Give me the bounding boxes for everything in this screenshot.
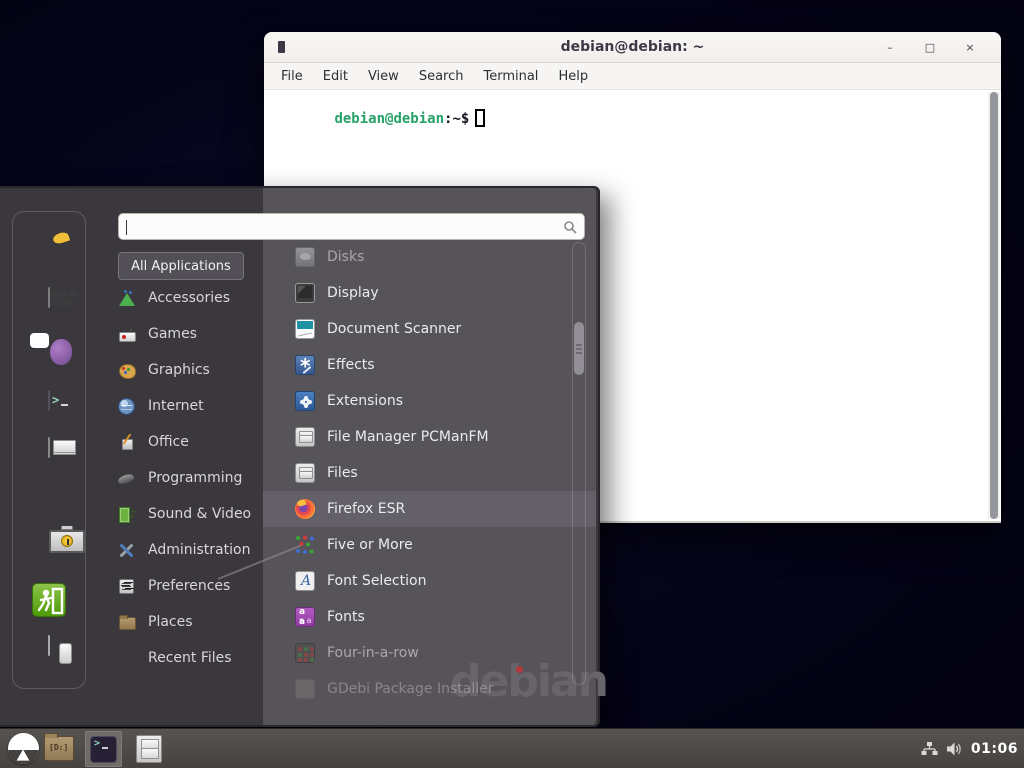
- category-preferences[interactable]: Preferences: [118, 568, 261, 604]
- terminal-cursor: [475, 109, 485, 127]
- category-places[interactable]: Places: [118, 604, 261, 640]
- app-five-or-more[interactable]: Five or More: [263, 527, 596, 563]
- app-extensions[interactable]: Extensions: [263, 383, 596, 419]
- document-scanner-icon: [295, 319, 315, 339]
- terminal-menubar: File Edit View Search Terminal Help: [264, 63, 1001, 90]
- app-files[interactable]: Files: [263, 455, 596, 491]
- menu-edit[interactable]: Edit: [313, 69, 358, 84]
- disks-icon: [295, 247, 315, 267]
- app-effects[interactable]: Effects: [263, 347, 596, 383]
- administration-icon: [118, 542, 135, 559]
- category-accessories[interactable]: Accessories: [118, 280, 261, 316]
- category-administration[interactable]: Administration: [118, 532, 261, 568]
- category-office[interactable]: Office: [118, 424, 261, 460]
- close-button[interactable]: ×: [961, 39, 979, 57]
- category-sound-video[interactable]: Sound & Video: [118, 496, 261, 532]
- category-games[interactable]: Games: [118, 316, 261, 352]
- file-cabinet-icon: [295, 463, 315, 483]
- internet-icon: [118, 398, 135, 415]
- log-out-icon: [32, 583, 66, 617]
- no-icon: [118, 650, 135, 667]
- desktop: debian@debian: ~ – □ × File Edit View Se…: [0, 0, 1024, 768]
- app-fonts[interactable]: Fonts: [263, 599, 596, 635]
- file-cabinet-icon: [295, 427, 315, 447]
- display-icon: [295, 283, 315, 303]
- app-gdebi-package-installer[interactable]: GDebi Package Installer: [263, 671, 596, 707]
- files-launcher[interactable]: [136, 735, 162, 763]
- category-programming[interactable]: Programming: [118, 460, 261, 496]
- terminal-scrollbar-thumb[interactable]: [990, 92, 998, 519]
- onboard-keyboard-icon: [48, 287, 50, 308]
- extensions-icon: [295, 391, 315, 411]
- menu-search[interactable]: Search: [409, 69, 474, 84]
- sound-video-icon: [118, 506, 135, 523]
- menu-scrollbar[interactable]: [572, 242, 586, 685]
- folder-icon-label: [D:]: [49, 743, 68, 752]
- prompt-symbol: :~$: [444, 111, 469, 127]
- gdebi-icon: [295, 679, 315, 699]
- font-selection-icon: [295, 571, 315, 591]
- application-list: Disks Display Document Scanner Effects E…: [263, 239, 596, 707]
- taskbar: [D:] 01:06: [0, 728, 1024, 768]
- category-recent-files[interactable]: Recent Files: [118, 640, 261, 676]
- maximize-button[interactable]: □: [921, 39, 939, 57]
- menu-terminal[interactable]: Terminal: [473, 69, 548, 84]
- app-firefox-esr[interactable]: Firefox ESR: [263, 491, 596, 527]
- app-display[interactable]: Display: [263, 275, 596, 311]
- effects-icon: [295, 355, 315, 375]
- system-tray: 01:06: [921, 729, 1018, 768]
- menu-file[interactable]: File: [271, 69, 313, 84]
- search-input[interactable]: [127, 216, 557, 237]
- app-file-manager-pcmanfm[interactable]: File Manager PCManFM: [263, 419, 596, 455]
- favorites-rail: [12, 211, 86, 689]
- programming-icon: [118, 470, 135, 487]
- accessories-icon: [118, 290, 135, 307]
- menu-button[interactable]: [8, 733, 39, 764]
- search-icon: [563, 220, 577, 234]
- four-in-a-row-icon: [295, 643, 315, 663]
- app-four-in-a-row[interactable]: Four-in-a-row: [263, 635, 596, 671]
- menu-view[interactable]: View: [358, 69, 409, 84]
- terminal-titlebar[interactable]: debian@debian: ~ – □ ×: [264, 32, 1001, 63]
- keyboard-favorite-icon[interactable]: [48, 288, 50, 307]
- office-icon: [118, 434, 135, 451]
- file-manager-favorite-icon[interactable]: [48, 438, 50, 457]
- minimize-button[interactable]: –: [881, 39, 899, 57]
- app-document-scanner[interactable]: Document Scanner: [263, 311, 596, 347]
- volume-icon[interactable]: [946, 741, 963, 757]
- games-icon: [118, 326, 135, 343]
- fonts-icon: [295, 607, 315, 627]
- shut-down-button[interactable]: [48, 636, 50, 655]
- terminal-icon: [90, 736, 117, 763]
- shut-down-icon: [48, 635, 50, 656]
- app-font-selection[interactable]: Font Selection: [263, 563, 596, 599]
- category-all-applications[interactable]: All Applications: [118, 252, 244, 280]
- firefox-icon: [295, 499, 315, 519]
- text-caret: [126, 220, 127, 235]
- preferences-icon: [118, 578, 135, 595]
- menu-search-box[interactable]: [118, 213, 585, 240]
- prompt-user: debian@debian: [334, 111, 444, 127]
- terminal-scrollbar[interactable]: [988, 92, 1000, 519]
- terminal-favorite-icon[interactable]: [48, 391, 50, 410]
- taskbar-terminal-window-button[interactable]: [85, 731, 122, 767]
- category-internet[interactable]: Internet: [118, 388, 261, 424]
- graphics-icon: [118, 362, 135, 379]
- network-icon[interactable]: [921, 741, 938, 758]
- menu-help[interactable]: Help: [548, 69, 598, 84]
- application-menu: debian: [0, 186, 600, 727]
- file-cabinet-icon: [48, 437, 50, 458]
- app-disks[interactable]: Disks: [263, 239, 596, 275]
- file-manager-launcher[interactable]: [D:]: [44, 736, 74, 761]
- terminal-icon: [48, 390, 50, 411]
- terminal-prompt: debian@debian:~$: [267, 93, 485, 143]
- log-out-button[interactable]: [32, 583, 66, 617]
- menu-scrollbar-thumb[interactable]: [574, 322, 584, 375]
- places-icon: [118, 614, 135, 631]
- clock[interactable]: 01:06: [971, 741, 1018, 757]
- category-list: Accessories Games Graphics Internet Offi…: [118, 280, 261, 676]
- window-controls: – □ ×: [881, 32, 979, 63]
- category-graphics[interactable]: Graphics: [118, 352, 261, 388]
